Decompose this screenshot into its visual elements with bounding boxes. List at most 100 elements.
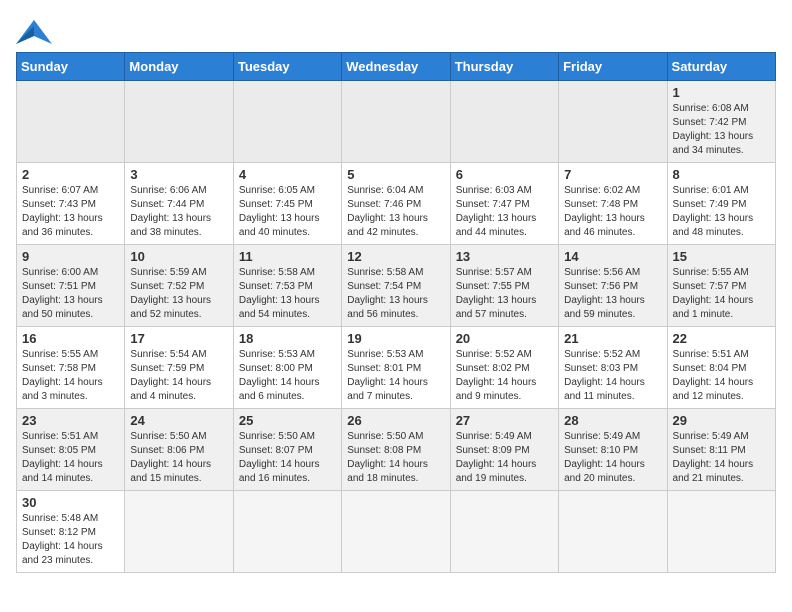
calendar-day-cell [559, 81, 667, 163]
day-info: Sunrise: 5:49 AM Sunset: 8:10 PM Dayligh… [564, 430, 661, 486]
calendar-week-row: 9 Sunrise: 6:00 AM Sunset: 7:51 PM Daylig… [17, 245, 776, 327]
weekday-header-wednesday: Wednesday [342, 53, 450, 81]
day-info: Sunrise: 5:50 AM Sunset: 8:06 PM Dayligh… [130, 430, 227, 486]
day-info: Sunrise: 5:50 AM Sunset: 8:08 PM Dayligh… [347, 430, 444, 486]
calendar-day-cell: 26 Sunrise: 5:50 AM Sunset: 8:08 PM Dayli… [342, 409, 450, 491]
calendar-day-cell [559, 491, 667, 573]
calendar-day-cell: 14 Sunrise: 5:56 AM Sunset: 7:56 PM Dayli… [559, 245, 667, 327]
calendar-day-cell: 7 Sunrise: 6:02 AM Sunset: 7:48 PM Daylig… [559, 163, 667, 245]
day-number: 20 [456, 331, 553, 346]
calendar-week-row: 16Sunrise: 5:55 AM Sunset: 7:58 PM Dayli… [17, 327, 776, 409]
calendar-day-cell: 18Sunrise: 5:53 AM Sunset: 8:00 PM Dayli… [233, 327, 341, 409]
day-number: 10 [130, 249, 227, 264]
day-number: 13 [456, 249, 553, 264]
day-number: 5 [347, 167, 444, 182]
calendar-day-cell: 17 Sunrise: 5:54 AM Sunset: 7:59 PM Dayli… [125, 327, 233, 409]
weekday-header-sunday: Sunday [17, 53, 125, 81]
day-number: 25 [239, 413, 336, 428]
day-number: 17 [130, 331, 227, 346]
calendar-day-cell: 27Sunrise: 5:49 AM Sunset: 8:09 PM Dayli… [450, 409, 558, 491]
day-number: 4 [239, 167, 336, 182]
calendar-day-cell: 2 Sunrise: 6:07 AM Sunset: 7:43 PM Daylig… [17, 163, 125, 245]
day-number: 27 [456, 413, 553, 428]
day-number: 12 [347, 249, 444, 264]
calendar-day-cell: 4 Sunrise: 6:05 AM Sunset: 7:45 PM Daylig… [233, 163, 341, 245]
day-info: Sunrise: 6:02 AM Sunset: 7:48 PM Dayligh… [564, 184, 661, 240]
calendar-day-cell: 25Sunrise: 5:50 AM Sunset: 8:07 PM Dayli… [233, 409, 341, 491]
day-number: 8 [673, 167, 770, 182]
logo [16, 16, 56, 44]
calendar-day-cell [450, 491, 558, 573]
calendar-day-cell [342, 491, 450, 573]
day-number: 1 [673, 85, 770, 100]
day-info: Sunrise: 5:52 AM Sunset: 8:02 PM Dayligh… [456, 348, 553, 404]
weekday-header-tuesday: Tuesday [233, 53, 341, 81]
day-number: 23 [22, 413, 119, 428]
day-info: Sunrise: 6:04 AM Sunset: 7:46 PM Dayligh… [347, 184, 444, 240]
calendar-day-cell: 28 Sunrise: 5:49 AM Sunset: 8:10 PM Dayli… [559, 409, 667, 491]
calendar-day-cell: 12 Sunrise: 5:58 AM Sunset: 7:54 PM Dayli… [342, 245, 450, 327]
day-info: Sunrise: 6:05 AM Sunset: 7:45 PM Dayligh… [239, 184, 336, 240]
calendar-day-cell: 11 Sunrise: 5:58 AM Sunset: 7:53 PM Dayli… [233, 245, 341, 327]
calendar-week-row: 30 Sunrise: 5:48 AM Sunset: 8:12 PM Dayli… [17, 491, 776, 573]
calendar-day-cell: 30 Sunrise: 5:48 AM Sunset: 8:12 PM Dayli… [17, 491, 125, 573]
day-number: 2 [22, 167, 119, 182]
day-number: 19 [347, 331, 444, 346]
calendar-day-cell: 13 Sunrise: 5:57 AM Sunset: 7:55 PM Dayli… [450, 245, 558, 327]
calendar-week-row: 2 Sunrise: 6:07 AM Sunset: 7:43 PM Daylig… [17, 163, 776, 245]
day-number: 30 [22, 495, 119, 510]
day-info: Sunrise: 5:53 AM Sunset: 8:01 PM Dayligh… [347, 348, 444, 404]
day-number: 15 [673, 249, 770, 264]
day-info: Sunrise: 6:06 AM Sunset: 7:44 PM Dayligh… [130, 184, 227, 240]
calendar-day-cell [450, 81, 558, 163]
day-info: Sunrise: 6:07 AM Sunset: 7:43 PM Dayligh… [22, 184, 119, 240]
day-info: Sunrise: 6:01 AM Sunset: 7:49 PM Dayligh… [673, 184, 770, 240]
day-number: 28 [564, 413, 661, 428]
calendar-day-cell [17, 81, 125, 163]
day-number: 6 [456, 167, 553, 182]
day-number: 9 [22, 249, 119, 264]
day-info: Sunrise: 5:55 AM Sunset: 7:57 PM Dayligh… [673, 266, 770, 322]
calendar-day-cell [125, 491, 233, 573]
calendar-day-cell: 1 Sunrise: 6:08 AM Sunset: 7:42 PM Daylig… [667, 81, 775, 163]
day-info: Sunrise: 5:58 AM Sunset: 7:54 PM Dayligh… [347, 266, 444, 322]
calendar-day-cell: 22Sunrise: 5:51 AM Sunset: 8:04 PM Dayli… [667, 327, 775, 409]
weekday-header-monday: Monday [125, 53, 233, 81]
calendar-day-cell: 8 Sunrise: 6:01 AM Sunset: 7:49 PM Daylig… [667, 163, 775, 245]
calendar-day-cell: 23 Sunrise: 5:51 AM Sunset: 8:05 PM Dayli… [17, 409, 125, 491]
weekday-header-saturday: Saturday [667, 53, 775, 81]
calendar-day-cell [342, 81, 450, 163]
day-info: Sunrise: 5:53 AM Sunset: 8:00 PM Dayligh… [239, 348, 336, 404]
calendar-day-cell [233, 81, 341, 163]
calendar-day-cell: 15 Sunrise: 5:55 AM Sunset: 7:57 PM Dayli… [667, 245, 775, 327]
day-info: Sunrise: 5:59 AM Sunset: 7:52 PM Dayligh… [130, 266, 227, 322]
day-number: 16 [22, 331, 119, 346]
calendar-day-cell [233, 491, 341, 573]
day-info: Sunrise: 5:49 AM Sunset: 8:11 PM Dayligh… [673, 430, 770, 486]
calendar-day-cell: 6Sunrise: 6:03 AM Sunset: 7:47 PM Daylig… [450, 163, 558, 245]
calendar-day-cell: 3Sunrise: 6:06 AM Sunset: 7:44 PM Daylig… [125, 163, 233, 245]
day-info: Sunrise: 5:58 AM Sunset: 7:53 PM Dayligh… [239, 266, 336, 322]
calendar-day-cell: 16Sunrise: 5:55 AM Sunset: 7:58 PM Dayli… [17, 327, 125, 409]
logo-bird-icon [16, 16, 52, 44]
day-info: Sunrise: 5:48 AM Sunset: 8:12 PM Dayligh… [22, 512, 119, 568]
day-info: Sunrise: 5:57 AM Sunset: 7:55 PM Dayligh… [456, 266, 553, 322]
day-info: Sunrise: 6:08 AM Sunset: 7:42 PM Dayligh… [673, 102, 770, 158]
day-info: Sunrise: 5:56 AM Sunset: 7:56 PM Dayligh… [564, 266, 661, 322]
calendar-day-cell: 20 Sunrise: 5:52 AM Sunset: 8:02 PM Dayli… [450, 327, 558, 409]
day-info: Sunrise: 5:54 AM Sunset: 7:59 PM Dayligh… [130, 348, 227, 404]
day-number: 14 [564, 249, 661, 264]
day-number: 11 [239, 249, 336, 264]
calendar-week-row: 1 Sunrise: 6:08 AM Sunset: 7:42 PM Daylig… [17, 81, 776, 163]
day-number: 22 [673, 331, 770, 346]
calendar-day-cell: 19 Sunrise: 5:53 AM Sunset: 8:01 PM Dayli… [342, 327, 450, 409]
calendar-day-cell: 10 Sunrise: 5:59 AM Sunset: 7:52 PM Dayli… [125, 245, 233, 327]
day-number: 26 [347, 413, 444, 428]
day-info: Sunrise: 5:52 AM Sunset: 8:03 PM Dayligh… [564, 348, 661, 404]
day-number: 7 [564, 167, 661, 182]
day-number: 24 [130, 413, 227, 428]
day-info: Sunrise: 6:00 AM Sunset: 7:51 PM Dayligh… [22, 266, 119, 322]
day-info: Sunrise: 5:51 AM Sunset: 8:05 PM Dayligh… [22, 430, 119, 486]
weekday-header-thursday: Thursday [450, 53, 558, 81]
calendar-day-cell: 29Sunrise: 5:49 AM Sunset: 8:11 PM Dayli… [667, 409, 775, 491]
